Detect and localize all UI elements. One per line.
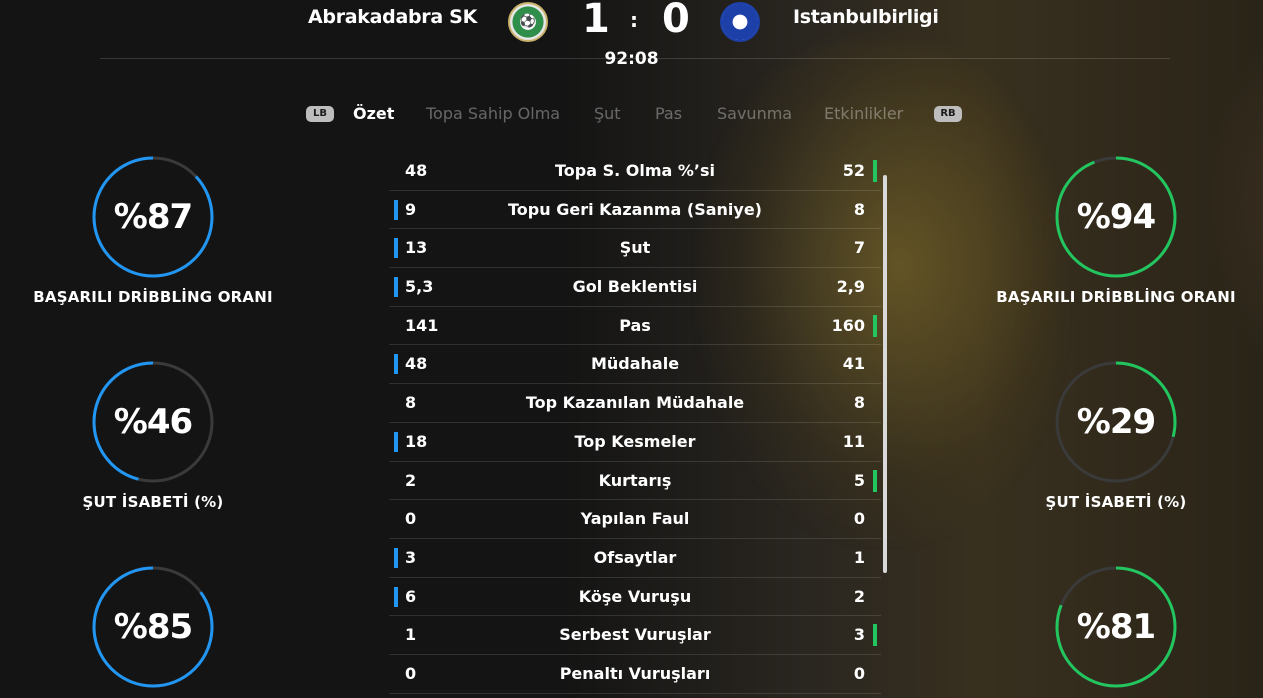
stat-away-value: 8	[853, 199, 865, 219]
stat-label: Topa S. Olma %’si	[554, 161, 715, 180]
stat-row: 8 Top Kazanılan Müdahale 8	[389, 384, 881, 423]
away-gauge-2-label: ŞUT İSABETİ (%)	[1045, 493, 1187, 511]
stats-scrollbar[interactable]	[883, 175, 887, 573]
stat-label: Yapılan Faul	[580, 509, 690, 529]
stat-row: 2 Kurtarış 5	[389, 462, 881, 501]
stat-row: 3 Ofsaytlar 1	[389, 539, 881, 578]
stat-label: Köşe Vuruşu	[578, 586, 692, 606]
away-gauge-2-value: %29	[1076, 402, 1156, 442]
away-gauge-3: %81	[1055, 566, 1177, 688]
stat-label: Serbest Vuruşlar	[559, 625, 711, 645]
away-gauge-3-value: %81	[1076, 607, 1156, 647]
score-separator: :	[630, 8, 638, 32]
match-clock: 92:08	[604, 49, 659, 69]
stat-away-value: 2	[853, 586, 865, 606]
home-gauge-1-label: BAŞARILI DRİBBLİNG ORANI	[33, 288, 273, 306]
away-team-name: Istanbulbirligi	[793, 6, 939, 28]
match-header: Abrakadabra SK ⚽ 1 : 0 ✦ Istanbulbirligi…	[0, 0, 1263, 80]
stat-row: 141 Pas 160	[389, 307, 881, 346]
tab-etkinlikler[interactable]: Etkinlikler	[824, 104, 903, 123]
stat-row: 48 Müdahale 41	[389, 345, 881, 385]
home-gauge-2-label: ŞUT İSABETİ (%)	[82, 493, 224, 511]
stat-label: Ofsaytlar	[593, 547, 677, 567]
away-leader-bar	[873, 469, 877, 492]
stat-away-value: 2,9	[836, 277, 865, 297]
lb-bumper-icon[interactable]: LB	[306, 106, 334, 122]
away-leader-bar	[873, 160, 877, 182]
stat-away-value: 11	[842, 431, 865, 451]
stat-row: 18 Top Kesmeler 11	[389, 423, 881, 462]
away-gauge-2: %29	[1055, 361, 1177, 483]
home-score: 1	[582, 0, 610, 42]
stats-tab-bar: LB Özet Topa Sahip Olma Şut Pas Savunma …	[0, 103, 1263, 127]
stat-row: 1 Serbest Vuruşlar 3	[389, 616, 881, 655]
home-team-name: Abrakadabra SK	[308, 6, 477, 28]
tab-topa-sahip-olma[interactable]: Topa Sahip Olma	[426, 104, 560, 123]
stat-away-value: 1	[853, 547, 865, 567]
stat-away-value: 7	[853, 238, 865, 258]
stat-away-value: 0	[853, 509, 865, 529]
stat-away-value: 3	[853, 625, 865, 645]
tab-savunma[interactable]: Savunma	[717, 104, 792, 123]
home-gauge-2-value: %46	[113, 402, 193, 442]
stat-row: 48 Topa S. Olma %’si 52	[389, 152, 881, 191]
home-club-crest-icon: ⚽	[508, 2, 548, 42]
away-gauge-1: %94	[1055, 156, 1177, 278]
tab-sut[interactable]: Şut	[594, 104, 621, 123]
away-leader-bar	[873, 624, 877, 647]
stat-label: Topu Geri Kazanma (Saniye)	[508, 199, 762, 219]
tab-ozet[interactable]: Özet	[353, 104, 394, 123]
stat-label: Top Kazanılan Müdahale	[525, 393, 745, 413]
stat-label: Pas	[619, 315, 651, 335]
stat-label: Penaltı Vuruşları	[559, 663, 711, 683]
stat-away-value: 0	[853, 663, 865, 683]
stat-label: Müdahale	[590, 354, 680, 374]
away-leader-bar	[873, 314, 877, 337]
stat-row: 5,3 Gol Beklentisi 2,9	[389, 268, 881, 307]
away-gauge-1-label: BAŞARILI DRİBBLİNG ORANI	[996, 288, 1236, 306]
header-divider	[100, 58, 1170, 59]
stat-away-value: 52	[842, 161, 865, 180]
stat-away-value: 160	[831, 315, 865, 335]
away-gauge-1-value: %94	[1076, 197, 1156, 237]
home-gauge-3: %85	[92, 566, 214, 688]
home-gauge-2: %46	[92, 361, 214, 483]
stat-label: Şut	[619, 238, 651, 258]
stat-row: 0 Penaltı Vuruşları 0	[389, 655, 881, 694]
stats-table[interactable]: 48 Topa S. Olma %’si 52 9 Topu Geri Kazanma…	[389, 152, 881, 694]
stat-label: Kurtarış	[598, 470, 672, 490]
away-club-crest-icon: ✦	[720, 2, 760, 42]
rb-bumper-icon[interactable]: RB	[934, 106, 962, 122]
home-gauge-1-value: %87	[113, 197, 193, 237]
stat-row: 6 Köşe Vuruşu 2	[389, 578, 881, 617]
stat-label: Gol Beklentisi	[572, 277, 698, 297]
home-gauge-1: %87	[92, 156, 214, 278]
stat-label: Top Kesmeler	[574, 431, 696, 451]
stat-row: 9 Topu Geri Kazanma (Saniye) 8	[389, 191, 881, 230]
home-gauge-3-value: %85	[113, 607, 193, 647]
stat-row: 0 Yapılan Faul 0	[389, 500, 881, 539]
stat-away-value: 41	[842, 354, 865, 374]
away-score: 0	[662, 0, 690, 42]
stat-row: 13 Şut 7	[389, 229, 881, 269]
stat-away-value: 5	[853, 470, 865, 490]
stat-away-value: 8	[853, 393, 865, 413]
tab-pas[interactable]: Pas	[655, 104, 682, 123]
